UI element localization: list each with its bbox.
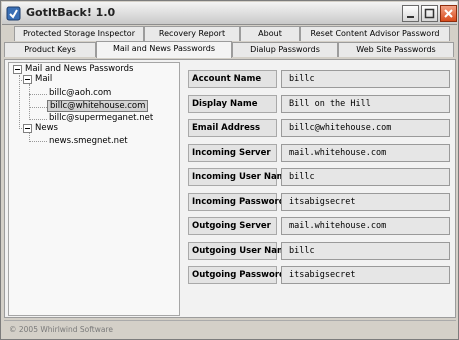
maximize-button[interactable]: [421, 5, 438, 22]
field-label: Outgoing Server: [188, 217, 277, 235]
field-label: Incoming User Name: [188, 168, 291, 186]
field-account-name: Account Name billc: [188, 70, 452, 88]
field-label: Incoming Password: [188, 193, 285, 211]
tree-node-news[interactable]: News: [35, 123, 58, 133]
collapse-toggle-icon[interactable]: [13, 65, 22, 74]
maximize-icon: [424, 8, 435, 19]
tree-item-news-account[interactable]: news.smegnet.net: [49, 136, 128, 146]
field-label: Email Address: [188, 119, 277, 137]
tree-item-mail-account[interactable]: billc@whitehouse.com: [47, 100, 149, 112]
field-label: Incoming Server: [188, 144, 277, 162]
tab-recovery-report[interactable]: Recovery Report: [144, 26, 240, 41]
field-label: Account Name: [188, 70, 277, 88]
tree-connector: [29, 119, 47, 120]
field-value[interactable]: Bill on the Hill: [281, 95, 450, 113]
tab-strip: Protected Storage Inspector Recovery Rep…: [4, 26, 456, 60]
tab-mail-and-news-passwords[interactable]: Mail and News Passwords: [96, 41, 232, 58]
app-window: GotItBack! 1.0 Protected Storage Inspect…: [0, 0, 459, 340]
field-value[interactable]: mail.whitehouse.com: [281, 144, 450, 162]
tree-item-mail-account[interactable]: billc@aoh.com: [49, 88, 111, 98]
field-label: Outgoing User Name: [188, 242, 292, 260]
field-value[interactable]: billc: [281, 242, 450, 260]
minimize-icon: [407, 16, 414, 18]
tree-item-mail-account[interactable]: billc@supermeganet.net: [49, 113, 153, 123]
account-tree[interactable]: Mail and News Passwords Mail billc@aoh.c…: [8, 62, 180, 316]
tree-connector: [29, 141, 47, 142]
tab-panel: Mail and News Passwords Mail billc@aoh.c…: [4, 59, 456, 318]
field-value[interactable]: itsabigsecret: [281, 193, 450, 211]
close-button[interactable]: [440, 5, 457, 22]
field-display-name: Display Name Bill on the Hill: [188, 95, 452, 113]
tree-connector: [19, 75, 20, 129]
window-title: GotItBack! 1.0: [26, 6, 116, 19]
tree-node-mail[interactable]: Mail: [35, 74, 52, 84]
field-incoming-server: Incoming Server mail.whitehouse.com: [188, 144, 452, 162]
field-outgoing-password: Outgoing Password itsabigsecret: [188, 266, 452, 284]
close-icon: [444, 9, 453, 18]
tree-connector: [29, 94, 47, 95]
field-email-address: Email Address billc@whitehouse.com: [188, 119, 452, 137]
tab-dialup-passwords[interactable]: Dialup Passwords: [232, 42, 338, 57]
tab-product-keys[interactable]: Product Keys: [4, 42, 96, 57]
field-value[interactable]: billc: [281, 70, 450, 88]
tree-connector: [29, 84, 30, 118]
field-outgoing-user-name: Outgoing User Name billc: [188, 242, 452, 260]
field-label: Outgoing Password: [188, 266, 285, 284]
field-value[interactable]: itsabigsecret: [281, 266, 450, 284]
minimize-button[interactable]: [402, 5, 419, 22]
tree-node-root[interactable]: Mail and News Passwords: [25, 64, 133, 74]
field-incoming-user-name: Incoming User Name billc: [188, 168, 452, 186]
tab-web-site-passwords[interactable]: Web Site Passwords: [338, 42, 454, 57]
field-value[interactable]: billc: [281, 168, 450, 186]
tab-protected-storage-inspector[interactable]: Protected Storage Inspector: [14, 26, 144, 41]
field-value[interactable]: billc@whitehouse.com: [281, 119, 450, 137]
field-value[interactable]: mail.whitehouse.com: [281, 217, 450, 235]
tree-connector: [29, 107, 47, 108]
field-incoming-password: Incoming Password itsabigsecret: [188, 193, 452, 211]
app-logo-icon: [6, 6, 21, 21]
collapse-toggle-icon[interactable]: [23, 75, 32, 84]
collapse-toggle-icon[interactable]: [23, 124, 32, 133]
status-bar: © 2005 Whirlwind Software: [4, 320, 456, 338]
title-bar[interactable]: GotItBack! 1.0: [2, 2, 457, 25]
tab-about[interactable]: About: [240, 26, 300, 41]
field-outgoing-server: Outgoing Server mail.whitehouse.com: [188, 217, 452, 235]
tab-reset-content-advisor-password[interactable]: Reset Content Advisor Password: [300, 26, 450, 41]
field-label: Display Name: [188, 95, 277, 113]
